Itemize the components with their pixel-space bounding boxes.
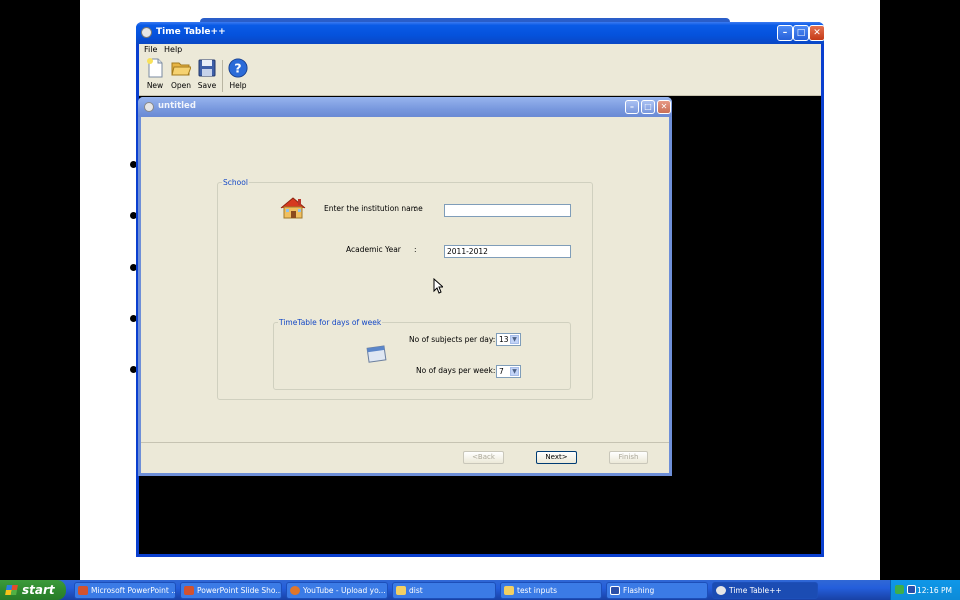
days-per-week-select[interactable]: 7 ▼ — [496, 365, 521, 378]
toolbar: New Open Save ? Help — [139, 56, 821, 96]
taskbar-item-label: Flashing — [623, 586, 655, 595]
menu-help[interactable]: Help — [164, 45, 182, 54]
taskbar-item-youtube[interactable]: YouTube - Upload yo... — [286, 582, 388, 599]
taskbar-item-label: test inputs — [517, 586, 557, 595]
academic-year-colon: : — [414, 245, 417, 254]
institution-colon: : — [414, 204, 417, 213]
flash-app-icon — [610, 586, 620, 595]
child-maximize-button[interactable]: □ — [641, 100, 655, 114]
school-group: School Enter the institution name : Acad… — [217, 178, 593, 400]
mouse-cursor-icon — [433, 278, 443, 294]
finish-button[interactable]: Finish — [609, 451, 648, 464]
start-label: start — [22, 583, 55, 597]
school-legend: School — [222, 178, 249, 187]
app-clock-icon — [716, 586, 726, 595]
app-clock-icon — [141, 27, 152, 38]
subjects-per-day-select[interactable]: 13 ▼ — [496, 333, 521, 346]
open-label: Open — [170, 81, 192, 90]
minimize-button[interactable]: – — [777, 25, 793, 41]
taskbar: start Microsoft PowerPoint ... PowerPoin… — [0, 580, 960, 600]
help-label: Help — [229, 81, 247, 90]
new-label: New — [146, 81, 164, 90]
windows-flag-icon — [5, 585, 18, 595]
child-minimize-button[interactable]: – — [625, 100, 639, 114]
system-tray: 12:16 PM — [890, 580, 960, 600]
tray-app-icon[interactable] — [907, 585, 916, 594]
svg-text:?: ? — [234, 61, 241, 76]
taskbar-item-label: dist — [409, 586, 423, 595]
firefox-icon — [290, 586, 300, 595]
timetable-days-group: TimeTable for days of week No of subject… — [273, 318, 571, 390]
save-button[interactable]: Save — [194, 57, 220, 95]
button-divider — [141, 442, 669, 443]
child-close-button[interactable]: ✕ — [657, 100, 671, 114]
taskbar-item-test-inputs[interactable]: test inputs — [500, 582, 602, 599]
untitled-wizard-window: untitled – □ ✕ School Enter the institut… — [138, 97, 672, 476]
subjects-per-day-value: 13 — [499, 335, 509, 344]
taskbar-item-slideshow[interactable]: PowerPoint Slide Sho... — [180, 582, 282, 599]
school-house-icon — [280, 197, 306, 219]
new-document-icon — [147, 58, 163, 78]
folder-icon — [504, 586, 514, 595]
folder-icon — [396, 586, 406, 595]
back-button[interactable]: <Back — [463, 451, 504, 464]
taskbar-item-label: Microsoft PowerPoint ... — [91, 586, 176, 595]
clock[interactable]: 12:16 PM — [917, 586, 952, 595]
open-folder-icon — [171, 62, 191, 76]
days-per-week-label: No of days per week: — [416, 366, 496, 375]
menu-bar: File Help — [139, 44, 821, 56]
taskbar-item-dist[interactable]: dist — [392, 582, 496, 599]
toolbar-separator — [222, 60, 223, 92]
institution-name-label: Enter the institution name — [324, 204, 423, 213]
taskbar-item-flashing[interactable]: Flashing — [606, 582, 708, 599]
academic-year-input[interactable]: 2011-2012 — [444, 245, 571, 258]
subjects-per-day-label: No of subjects per day: — [409, 335, 496, 344]
next-button[interactable]: Next> — [536, 451, 577, 464]
institution-name-input[interactable] — [444, 204, 571, 217]
powerpoint-icon — [78, 586, 88, 595]
taskbar-item-label: PowerPoint Slide Sho... — [197, 586, 282, 595]
main-window-title: Time Table++ — [156, 27, 226, 37]
chevron-down-icon[interactable]: ▼ — [510, 367, 519, 376]
days-per-week-value: 7 — [499, 367, 504, 376]
menu-file[interactable]: File — [144, 45, 157, 54]
help-button[interactable]: ? Help — [225, 57, 251, 95]
help-icon: ? — [228, 58, 248, 78]
main-titlebar[interactable]: Time Table++ – □ ✕ — [136, 22, 825, 44]
start-button[interactable]: start — [0, 580, 66, 600]
close-button[interactable]: ✕ — [809, 25, 825, 41]
new-button[interactable]: New — [142, 57, 168, 95]
taskbar-item-label: YouTube - Upload yo... — [303, 586, 386, 595]
academic-year-label: Academic Year — [346, 245, 401, 254]
maximize-button[interactable]: □ — [793, 25, 809, 41]
taskbar-item-powerpoint[interactable]: Microsoft PowerPoint ... — [74, 582, 176, 599]
child-titlebar[interactable]: untitled – □ ✕ — [138, 97, 672, 117]
taskbar-item-label: Time Table++ — [729, 586, 782, 595]
tray-network-icon[interactable] — [895, 585, 904, 594]
powerpoint-icon — [184, 586, 194, 595]
calendar-icon — [366, 345, 387, 363]
child-window-title: untitled — [158, 101, 196, 111]
save-label: Save — [197, 81, 217, 90]
chevron-down-icon[interactable]: ▼ — [510, 335, 519, 344]
save-disk-icon — [198, 59, 216, 77]
timetable-legend: TimeTable for days of week — [278, 318, 383, 327]
app-clock-icon — [144, 102, 154, 112]
open-button[interactable]: Open — [168, 57, 194, 95]
taskbar-item-timetable[interactable]: Time Table++ — [712, 582, 818, 599]
